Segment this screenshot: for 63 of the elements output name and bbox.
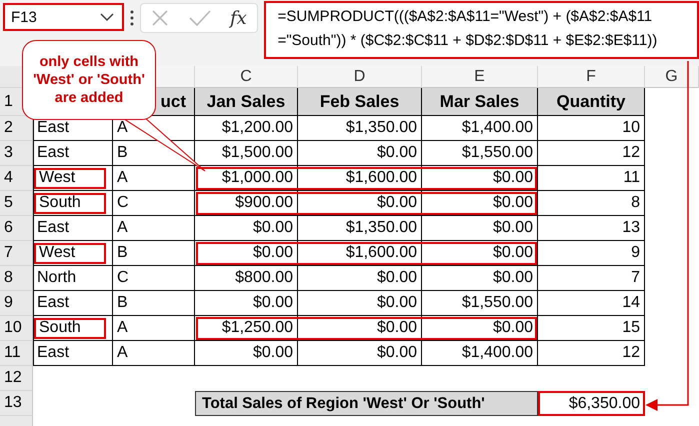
- header-cell: Jan Sales: [195, 88, 298, 116]
- table-cell: 10: [538, 116, 645, 141]
- table-cell: $1,200.00: [195, 116, 298, 141]
- table-cell: $0.00: [195, 291, 298, 316]
- table-cell: $0.00: [422, 216, 538, 241]
- table-cell: C: [113, 191, 195, 216]
- header-cell: Quantity: [538, 88, 645, 116]
- table-cell: $1,400.00: [422, 341, 538, 366]
- table-cell-text: East: [36, 293, 70, 313]
- table-cell: 15: [538, 316, 645, 341]
- table-cell-text: East: [36, 343, 70, 363]
- table-cell: $0.00: [298, 266, 422, 291]
- table-cell: $1,350.00: [298, 116, 422, 141]
- table-cell: 14: [538, 291, 645, 316]
- table-cell-text: East: [36, 218, 70, 238]
- table-cell: $1,350.00: [298, 216, 422, 241]
- table-cell: $1,550.00: [422, 291, 538, 316]
- table-cell: $0.00: [422, 191, 538, 216]
- table-cell: $1,600.00: [298, 241, 422, 266]
- table-cell: 7: [538, 266, 645, 291]
- table-cell: $1,400.00: [422, 116, 538, 141]
- table-cell: $0.00: [298, 191, 422, 216]
- table-cell: A: [113, 216, 195, 241]
- table-cell: South: [34, 192, 106, 214]
- table-cell: $0.00: [195, 216, 298, 241]
- table-cell: $0.00: [422, 316, 538, 341]
- table-cell-text: North: [36, 268, 78, 288]
- table-cell: $0.00: [298, 141, 422, 166]
- cell-reference: F13: [11, 8, 37, 26]
- table-cell: 8: [538, 191, 645, 216]
- table-cell: $0.00: [298, 291, 422, 316]
- table-cell: A: [113, 166, 195, 191]
- table-cell-text: East: [36, 143, 70, 163]
- header-cell: Feb Sales: [298, 88, 422, 116]
- table-cell: $0.00: [422, 241, 538, 266]
- header-cell: Mar Sales: [422, 88, 538, 116]
- table-cell: $1,600.00: [298, 166, 422, 191]
- table-cell: 12: [538, 341, 645, 366]
- table-cell: $0.00: [298, 316, 422, 341]
- table-cell: West: [34, 168, 106, 188]
- table-cell: 13: [538, 216, 645, 241]
- table-cell: A: [113, 341, 195, 366]
- table-cell: 9: [538, 241, 645, 266]
- table-cell: $0.00: [422, 166, 538, 191]
- table-cell: $0.00: [422, 266, 538, 291]
- table-cell: B: [113, 291, 195, 316]
- total-label-cell: Total Sales of Region 'West' Or 'South': [195, 391, 538, 416]
- total-value-cell: $6,350.00: [538, 391, 645, 416]
- table-cell: 12: [538, 141, 645, 166]
- table-cell: $1,250.00: [195, 316, 298, 341]
- table-cell: West: [34, 242, 106, 264]
- table-cell: $800.00: [195, 266, 298, 291]
- table-cell: $0.00: [298, 341, 422, 366]
- table-cell: $1,550.00: [422, 141, 538, 166]
- table-cell: $900.00: [195, 191, 298, 216]
- table-cell: $0.00: [195, 341, 298, 366]
- table-cell: South: [34, 318, 106, 338]
- table-cell: $0.00: [195, 241, 298, 266]
- table-cell-text: East: [36, 118, 70, 138]
- table-cell: C: [113, 266, 195, 291]
- table-cell: 11: [538, 166, 645, 191]
- table-cell: B: [113, 241, 195, 266]
- table-cell: A: [113, 316, 195, 341]
